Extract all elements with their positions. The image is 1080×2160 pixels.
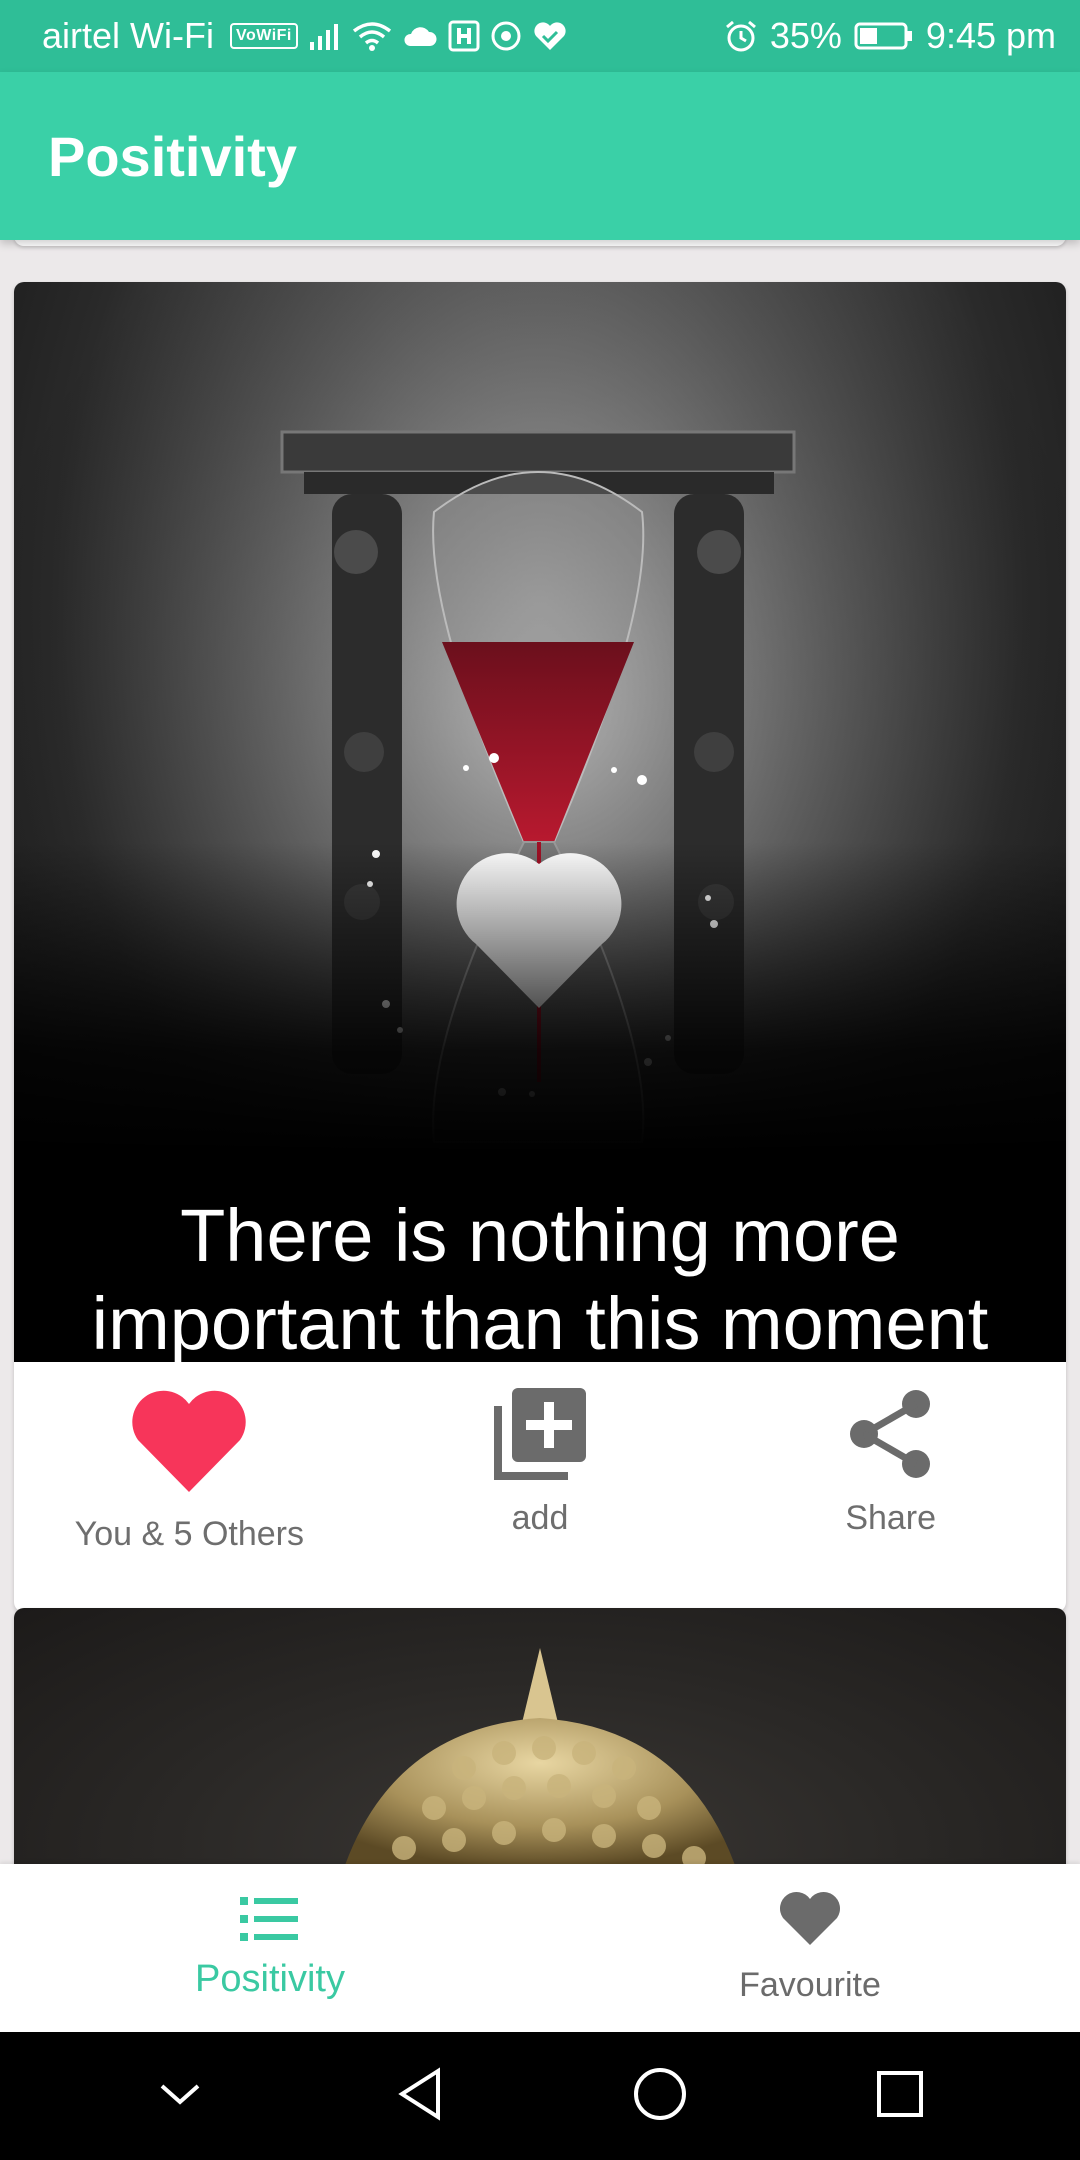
bottom-navigation: Positivity Favourite: [0, 1864, 1080, 2032]
heart-icon: [128, 1388, 250, 1501]
signal-icon: [308, 22, 342, 50]
previous-card-edge: [14, 240, 1066, 246]
app-title: Positivity: [48, 124, 297, 188]
chevron-down-icon: [158, 2080, 202, 2113]
app-bar: Positivity: [0, 72, 1080, 240]
chrome-icon: [490, 20, 522, 52]
share-button[interactable]: Share: [715, 1362, 1066, 1612]
collapse-button[interactable]: [120, 2046, 240, 2146]
home-circle-icon: [632, 2066, 688, 2127]
carrier-name: airtel Wi-Fi: [42, 15, 214, 56]
recents-square-icon: [875, 2069, 925, 2124]
battery-icon: [854, 21, 914, 51]
add-label: add: [511, 1499, 569, 1537]
card-action-bar: You & 5 Others add Share: [14, 1362, 1066, 1612]
clock-time: 9:45 pm: [925, 15, 1056, 56]
back-button[interactable]: [360, 2046, 480, 2146]
heart-icon: [778, 1891, 842, 1956]
list-icon: [240, 1895, 300, 1948]
quote-feed[interactable]: There is nothing more important than thi…: [0, 240, 1080, 1864]
cloud-icon: [402, 24, 438, 48]
heart-check-icon: [532, 20, 568, 52]
add-button[interactable]: add: [365, 1362, 716, 1612]
quote-card-next[interactable]: [14, 1608, 1066, 1864]
add-to-collection-icon: [494, 1388, 586, 1485]
nav-label-favourite: Favourite: [739, 1966, 881, 2004]
nav-tab-favourite[interactable]: Favourite: [540, 1864, 1080, 2032]
quote-image[interactable]: There is nothing more important than thi…: [14, 282, 1066, 1362]
share-label: Share: [845, 1499, 937, 1537]
like-count-label: You & 5 Others: [74, 1515, 304, 1553]
system-navigation-bar: [0, 2032, 1080, 2160]
alarm-icon: [724, 19, 758, 53]
back-triangle-icon: [396, 2066, 444, 2126]
vowifi-badge: VoWiFi: [229, 23, 298, 49]
home-button[interactable]: [600, 2046, 720, 2146]
status-bar: airtel Wi-Fi VoWiFi 35% 9:45 pm: [0, 0, 1080, 72]
quote-text: There is nothing more important than thi…: [91, 1194, 989, 1362]
recents-button[interactable]: [840, 2046, 960, 2146]
quote-card[interactable]: There is nothing more important than thi…: [14, 282, 1066, 1612]
share-icon: [848, 1388, 934, 1485]
nav-tab-positivity[interactable]: Positivity: [0, 1864, 540, 2032]
like-button[interactable]: You & 5 Others: [14, 1362, 365, 1612]
app-notification-icon: [448, 20, 480, 52]
battery-percent: 35%: [769, 15, 842, 56]
wifi-icon: [352, 21, 392, 51]
buddha-head-illustration: [345, 1648, 735, 1864]
nav-label-positivity: Positivity: [195, 1958, 345, 2000]
quote-image-next[interactable]: [14, 1608, 1066, 1864]
